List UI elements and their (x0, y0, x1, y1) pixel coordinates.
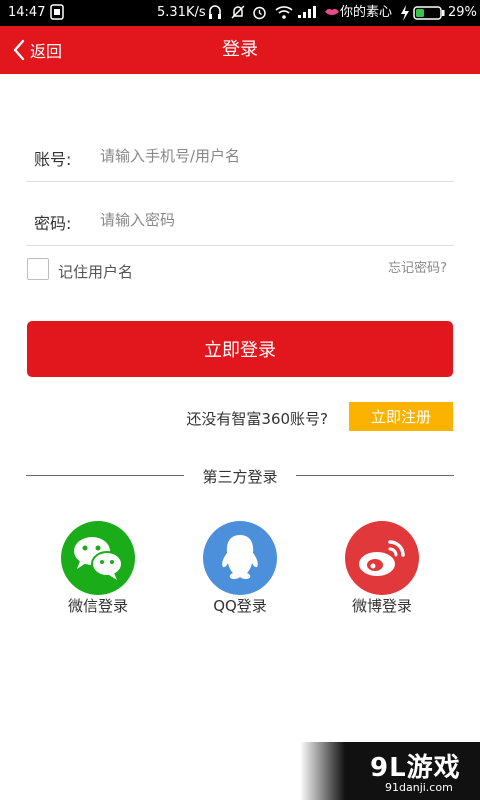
remember-checkbox[interactable] (27, 258, 49, 280)
qq-login-button[interactable]: QQ登录 (190, 521, 290, 616)
headphone-icon (208, 4, 222, 25)
no-account-prompt: 还没有智富360账号? (186, 410, 328, 428)
signal-icon (298, 6, 316, 23)
status-time: 14:47 (8, 5, 46, 20)
status-bar: 14:47 5.31K/s 你的素心 29% (0, 0, 480, 26)
remember-label: 记住用户名 (58, 263, 134, 281)
weibo-login-label: 微博登录 (351, 597, 412, 615)
charging-icon (400, 5, 410, 26)
forgot-password-link[interactable]: 忘记密码? (388, 257, 447, 276)
network-speed: 5.31K/s (157, 5, 206, 20)
third-party-divider-left (26, 475, 184, 476)
battery-percent: 29% (448, 5, 477, 20)
alarm-icon (252, 4, 267, 25)
carrier-name: 你的素心 (340, 5, 393, 20)
wifi-icon (275, 5, 293, 24)
wechat-login-button[interactable]: 微信登录 (48, 521, 148, 616)
app-bar: 返回 登录 (0, 26, 480, 74)
mute-icon (230, 4, 246, 25)
password-input[interactable] (100, 207, 440, 233)
password-label: 密码: (34, 214, 72, 233)
account-divider (26, 181, 454, 182)
wechat-icon (61, 521, 135, 595)
weibo-icon (345, 521, 419, 595)
wechat-login-label: 微信登录 (67, 597, 128, 615)
watermark-site: 91danji.com (385, 781, 453, 794)
account-input[interactable] (100, 143, 440, 169)
password-divider (26, 245, 454, 246)
site-watermark: 9L游戏 91danji.com (300, 742, 480, 800)
qq-icon (203, 521, 277, 595)
watermark-logo: 9L游戏 (370, 753, 461, 783)
lips-icon (324, 6, 340, 23)
login-button[interactable]: 立即登录 (27, 321, 453, 377)
app-notification-icon (50, 4, 64, 25)
third-party-divider-right (296, 475, 454, 476)
battery-icon (413, 6, 445, 25)
third-party-title: 第三方登录 (202, 468, 278, 486)
weibo-login-button[interactable]: 微博登录 (332, 521, 432, 616)
register-button[interactable]: 立即注册 (349, 402, 453, 431)
page-title: 登录 (222, 39, 258, 60)
account-label: 账号: (34, 150, 72, 169)
qq-login-label: QQ登录 (213, 597, 267, 615)
